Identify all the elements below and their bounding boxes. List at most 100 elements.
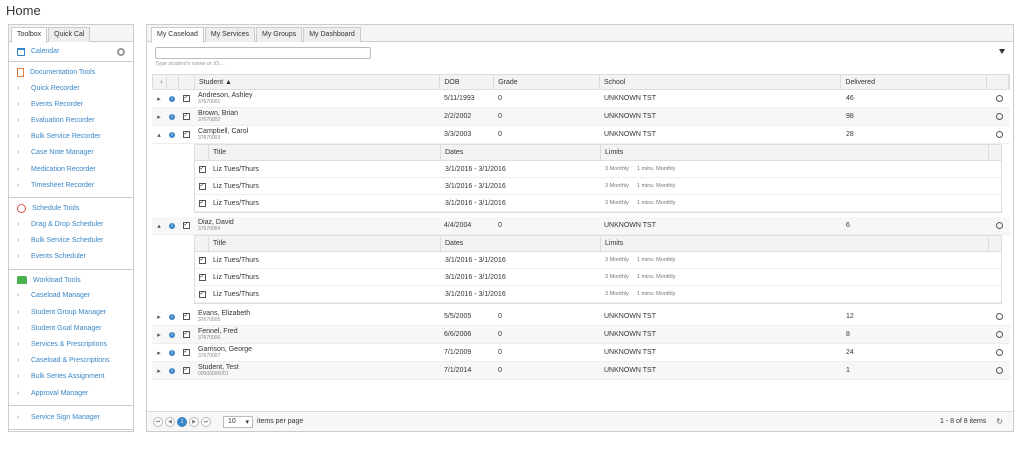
expand-all-icon[interactable]: › <box>153 75 167 89</box>
expand-icon[interactable]: ▸ <box>152 308 166 325</box>
service-row[interactable]: ✓ Liz Tues/Thurs 3/1/2016 - 3/1/2016 3 M… <box>195 178 1001 195</box>
sidebar-item[interactable]: › Approval Manager <box>9 385 133 401</box>
expand-icon[interactable]: ▸ <box>152 362 166 379</box>
sidebar-item[interactable]: › Events Scheduler <box>9 249 133 265</box>
sidebar-item[interactable]: › Events Recorder <box>9 96 133 112</box>
table-row[interactable]: ▸ i ✓ Brown, Brian 37670002 2/2/2002 0 U… <box>152 108 1010 126</box>
student-name[interactable]: Evans, Elizabeth <box>198 310 250 317</box>
student-name[interactable]: Fennel, Fred <box>198 328 238 335</box>
last-page-button[interactable]: ⏭ <box>201 416 211 427</box>
table-row[interactable]: ▴ i ✓ Campbell, Carol 37670003 3/3/2003 … <box>152 126 1010 144</box>
col-dates[interactable]: Dates <box>441 145 601 160</box>
service-checkbox[interactable]: ✓ <box>198 256 206 264</box>
info-icon[interactable]: i <box>169 313 175 320</box>
service-checkbox[interactable]: ✓ <box>198 182 206 190</box>
sidebar-item[interactable]: › Medication Recorder <box>9 161 133 177</box>
clock-icon[interactable] <box>995 367 1003 374</box>
prev-page-button[interactable]: ◀ <box>165 416 175 427</box>
gear-icon[interactable] <box>117 47 125 56</box>
sidebar-item[interactable]: › Student Goal Manager <box>9 320 133 336</box>
student-name[interactable]: Garrison, George <box>198 346 252 353</box>
sidebar-item[interactable]: › Caseload & Prescriptions <box>9 353 133 369</box>
col-title[interactable]: Title <box>209 145 441 160</box>
table-row[interactable]: ▸ i ✓ Andreson, Ashley 37670001 5/11/199… <box>152 90 1010 108</box>
student-name[interactable]: Diaz, David <box>198 219 234 226</box>
student-name[interactable]: Student, Test <box>198 364 239 371</box>
tab-my-services[interactable]: My Services <box>204 27 255 42</box>
col-grade[interactable]: Grade <box>494 75 600 89</box>
collapse-icon[interactable]: ▴ <box>152 217 166 234</box>
col-school[interactable]: School <box>600 75 842 89</box>
service-row[interactable]: ✓ Liz Tues/Thurs 3/1/2016 - 3/1/2016 3 M… <box>195 252 1001 269</box>
col-limits[interactable]: Limits <box>601 145 989 160</box>
row-checkbox[interactable]: ✓ <box>182 367 190 374</box>
page-size-select[interactable]: 10 ▾ <box>223 415 253 428</box>
info-icon[interactable]: i <box>169 95 175 102</box>
clock-icon[interactable] <box>995 131 1003 138</box>
sidebar-item[interactable]: › Timesheet Recorder <box>9 177 133 193</box>
row-checkbox[interactable]: ✓ <box>182 131 190 138</box>
info-icon[interactable]: i <box>169 113 175 120</box>
table-row[interactable]: ▸ i ✓ Evans, Elizabeth 37670005 5/5/2005… <box>152 308 1010 326</box>
clock-icon[interactable] <box>995 222 1003 229</box>
first-page-button[interactable]: ⏮ <box>153 416 163 427</box>
sidebar-item[interactable]: › Evaluation Recorder <box>9 112 133 128</box>
table-row[interactable]: ▸ i ✓ Fennel, Fred 37670006 6/6/2006 0 U… <box>152 326 1010 344</box>
info-icon[interactable]: i <box>169 349 175 356</box>
info-icon[interactable]: i <box>169 367 175 374</box>
current-page-button[interactable]: 1 <box>177 416 187 427</box>
tab-my-caseload[interactable]: My Caseload <box>151 27 204 43</box>
service-checkbox[interactable]: ✓ <box>198 199 206 207</box>
refresh-icon[interactable]: ↻ <box>996 417 1003 426</box>
row-checkbox[interactable]: ✓ <box>182 222 190 229</box>
expand-icon[interactable]: ▸ <box>152 344 166 361</box>
col-dob[interactable]: DOB <box>440 75 495 89</box>
info-icon[interactable]: i <box>169 222 175 229</box>
info-icon[interactable]: i <box>169 331 175 338</box>
search-input[interactable] <box>155 47 371 59</box>
service-row[interactable]: ✓ Liz Tues/Thurs 3/1/2016 - 3/1/2016 3 M… <box>195 286 1001 303</box>
clock-icon[interactable] <box>995 349 1003 356</box>
expand-icon[interactable]: ▸ <box>152 326 166 343</box>
tab-quick-cal[interactable]: Quick Cal <box>48 27 91 42</box>
service-checkbox[interactable]: ✓ <box>198 273 206 281</box>
sidebar-item[interactable]: › Drag & Drop Scheduler <box>9 216 133 232</box>
tab-my-dashboard[interactable]: My Dashboard <box>303 27 361 42</box>
sidebar-item[interactable]: › Service Sign Manager <box>9 409 133 425</box>
service-row[interactable]: ✓ Liz Tues/Thurs 3/1/2016 - 3/1/2016 3 M… <box>195 269 1001 286</box>
student-name[interactable]: Campbell, Carol <box>198 128 248 135</box>
calendar-link[interactable]: Calendar <box>9 42 133 62</box>
col-student[interactable]: Student ▲ <box>195 75 441 89</box>
filter-icon[interactable] <box>999 49 1005 54</box>
sidebar-item[interactable]: › Quick Recorder <box>9 80 133 96</box>
table-row[interactable]: ▸ i ✓ Student, Test 00000000001 7/1/2014… <box>152 362 1010 380</box>
service-checkbox[interactable]: ✓ <box>198 290 206 298</box>
col-limits[interactable]: Limits <box>601 236 989 251</box>
sidebar-item[interactable]: › Bulk Service Scheduler <box>9 233 133 249</box>
clock-icon[interactable] <box>995 331 1003 338</box>
info-icon[interactable]: i <box>169 131 175 138</box>
col-dates[interactable]: Dates <box>441 236 601 251</box>
next-page-button[interactable]: ▶ <box>189 416 199 427</box>
service-row[interactable]: ✓ Liz Tues/Thurs 3/1/2016 - 3/1/2016 3 M… <box>195 195 1001 212</box>
tab-my-groups[interactable]: My Groups <box>255 27 303 42</box>
clock-icon[interactable] <box>995 313 1003 320</box>
row-checkbox[interactable]: ✓ <box>182 349 190 356</box>
sidebar-item[interactable]: › Student Group Manager <box>9 304 133 320</box>
sidebar-item[interactable]: › Case Note Manager <box>9 145 133 161</box>
tab-toolbox[interactable]: Toolbox <box>11 27 48 43</box>
expand-icon[interactable]: ▸ <box>152 90 166 107</box>
row-checkbox[interactable]: ✓ <box>182 313 190 320</box>
service-checkbox[interactable]: ✓ <box>198 165 206 173</box>
sidebar-item[interactable]: › Caseload Manager <box>9 288 133 304</box>
row-checkbox[interactable]: ✓ <box>182 331 190 338</box>
service-row[interactable]: ✓ Liz Tues/Thurs 3/1/2016 - 3/1/2016 3 M… <box>195 161 1001 178</box>
sidebar-item[interactable]: › Bulk Service Recorder <box>9 129 133 145</box>
row-checkbox[interactable]: ✓ <box>182 95 190 102</box>
col-title[interactable]: Title <box>209 236 441 251</box>
collapse-icon[interactable]: ▴ <box>152 126 166 143</box>
row-checkbox[interactable]: ✓ <box>182 113 190 120</box>
clock-icon[interactable] <box>995 95 1003 102</box>
sidebar-item[interactable]: › Bulk Series Assignment <box>9 369 133 385</box>
table-row[interactable]: ▴ i ✓ Diaz, David 37670004 4/4/2004 0 UN… <box>152 217 1010 235</box>
